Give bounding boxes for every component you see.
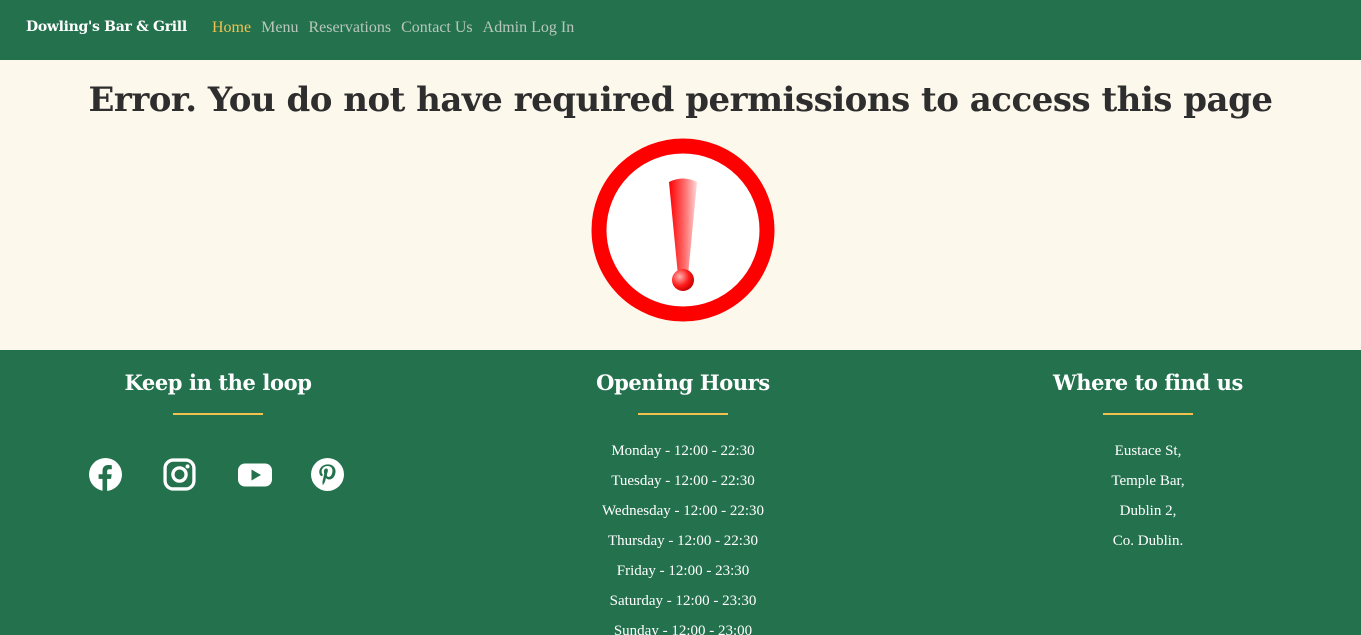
hours-line: Tuesday - 12:00 - 22:30 (611, 473, 755, 489)
footer-hours-column: Opening Hours Monday - 12:00 - 22:30 Tue… (533, 370, 833, 635)
main-content: Error. You do not have required permissi… (0, 60, 1361, 350)
address-line: Eustace St, (1114, 443, 1182, 459)
hours-line: Wednesday - 12:00 - 22:30 (601, 503, 765, 519)
social-links (89, 458, 344, 491)
footer: Keep in the loop Opening Hours Monday - … (0, 350, 1361, 635)
address-line: Co. Dublin. (1112, 533, 1184, 549)
nav-link-menu[interactable]: Menu (261, 19, 298, 37)
address-line: Dublin 2, (1119, 503, 1177, 519)
hours-line: Thursday - 12:00 - 22:30 (608, 533, 758, 549)
footer-address-column: Where to find us Eustace St, Temple Bar,… (998, 370, 1298, 556)
navbar: Dowling's Bar & Grill Home Menu Reservat… (0, 0, 1361, 60)
instagram-icon[interactable] (163, 458, 196, 491)
nav-link-home[interactable]: Home (212, 19, 251, 37)
footer-social-column: Keep in the loop (68, 370, 368, 491)
brand-logo-link[interactable]: Dowling's Bar & Grill (26, 19, 187, 35)
hours-line: Friday - 12:00 - 23:30 (616, 563, 750, 579)
address-line: Temple Bar, (1111, 473, 1185, 489)
address-heading: Where to find us (1053, 370, 1243, 395)
hours-line: Monday - 12:00 - 22:30 (611, 443, 755, 459)
youtube-icon[interactable] (237, 458, 272, 491)
hours-line: Sunday - 12:00 - 23:00 (613, 623, 753, 635)
hours-divider (638, 413, 728, 415)
facebook-icon[interactable] (89, 458, 122, 491)
pinterest-icon[interactable] (311, 458, 344, 491)
social-divider (173, 413, 263, 415)
hours-heading: Opening Hours (596, 370, 770, 395)
nav-link-contact-us[interactable]: Contact Us (401, 19, 473, 37)
nav-link-admin-log-in[interactable]: Admin Log In (483, 19, 575, 37)
exclamation-warning-icon (590, 135, 776, 325)
hours-line: Saturday - 12:00 - 23:30 (609, 593, 757, 609)
nav-link-reservations[interactable]: Reservations (308, 19, 391, 37)
nav-links: Home Menu Reservations Contact Us Admin … (212, 19, 574, 37)
hours-list: Monday - 12:00 - 22:30 Tuesday - 12:00 -… (533, 436, 833, 635)
social-heading: Keep in the loop (124, 370, 312, 395)
address-divider (1103, 413, 1193, 415)
address-list: Eustace St, Temple Bar, Dublin 2, Co. Du… (998, 436, 1298, 556)
error-heading: Error. You do not have required permissi… (88, 80, 1273, 120)
